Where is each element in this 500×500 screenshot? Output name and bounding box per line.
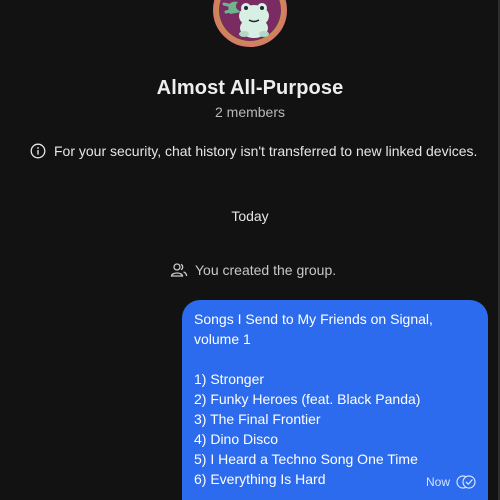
outgoing-message-bubble[interactable]: Songs I Send to My Friends on Signal, vo… bbox=[182, 300, 488, 500]
date-divider: Today bbox=[231, 208, 269, 224]
group-created-text: You created the group. bbox=[195, 262, 337, 278]
group-title: Almost All-Purpose bbox=[156, 77, 344, 99]
info-icon bbox=[30, 143, 46, 159]
group-created-event: You created the group. bbox=[170, 262, 336, 278]
group-member-count: 2 members bbox=[214, 104, 286, 120]
message-list-item: 4) Dino Disco bbox=[194, 431, 279, 447]
message-timestamp: Now bbox=[425, 475, 450, 489]
frog-avatar-icon bbox=[222, 1, 269, 38]
message-meta: Now bbox=[426, 472, 476, 492]
security-notice: For your security, chat history isn't tr… bbox=[30, 143, 477, 159]
group-icon bbox=[170, 262, 188, 278]
message-list-item: 5) I Heard a Techno Song One Time bbox=[194, 451, 418, 467]
message-title-line-1: Songs I Send to My Friends on Signal, bbox=[194, 311, 433, 327]
message-title-line-2: volume 1 bbox=[194, 331, 251, 347]
security-notice-text: For your security, chat history isn't tr… bbox=[54, 143, 478, 159]
message-list-item: 3) The Final Frontier bbox=[194, 411, 321, 427]
delivered-check-icon bbox=[456, 475, 476, 489]
conversation-view: Almost All-Purpose 2 members For your se… bbox=[0, 0, 500, 500]
message-list-item: 2) Funky Heroes (feat. Black Panda) bbox=[194, 391, 421, 407]
message-list-item: 1) Stronger bbox=[194, 371, 265, 387]
group-avatar[interactable] bbox=[213, 0, 287, 47]
